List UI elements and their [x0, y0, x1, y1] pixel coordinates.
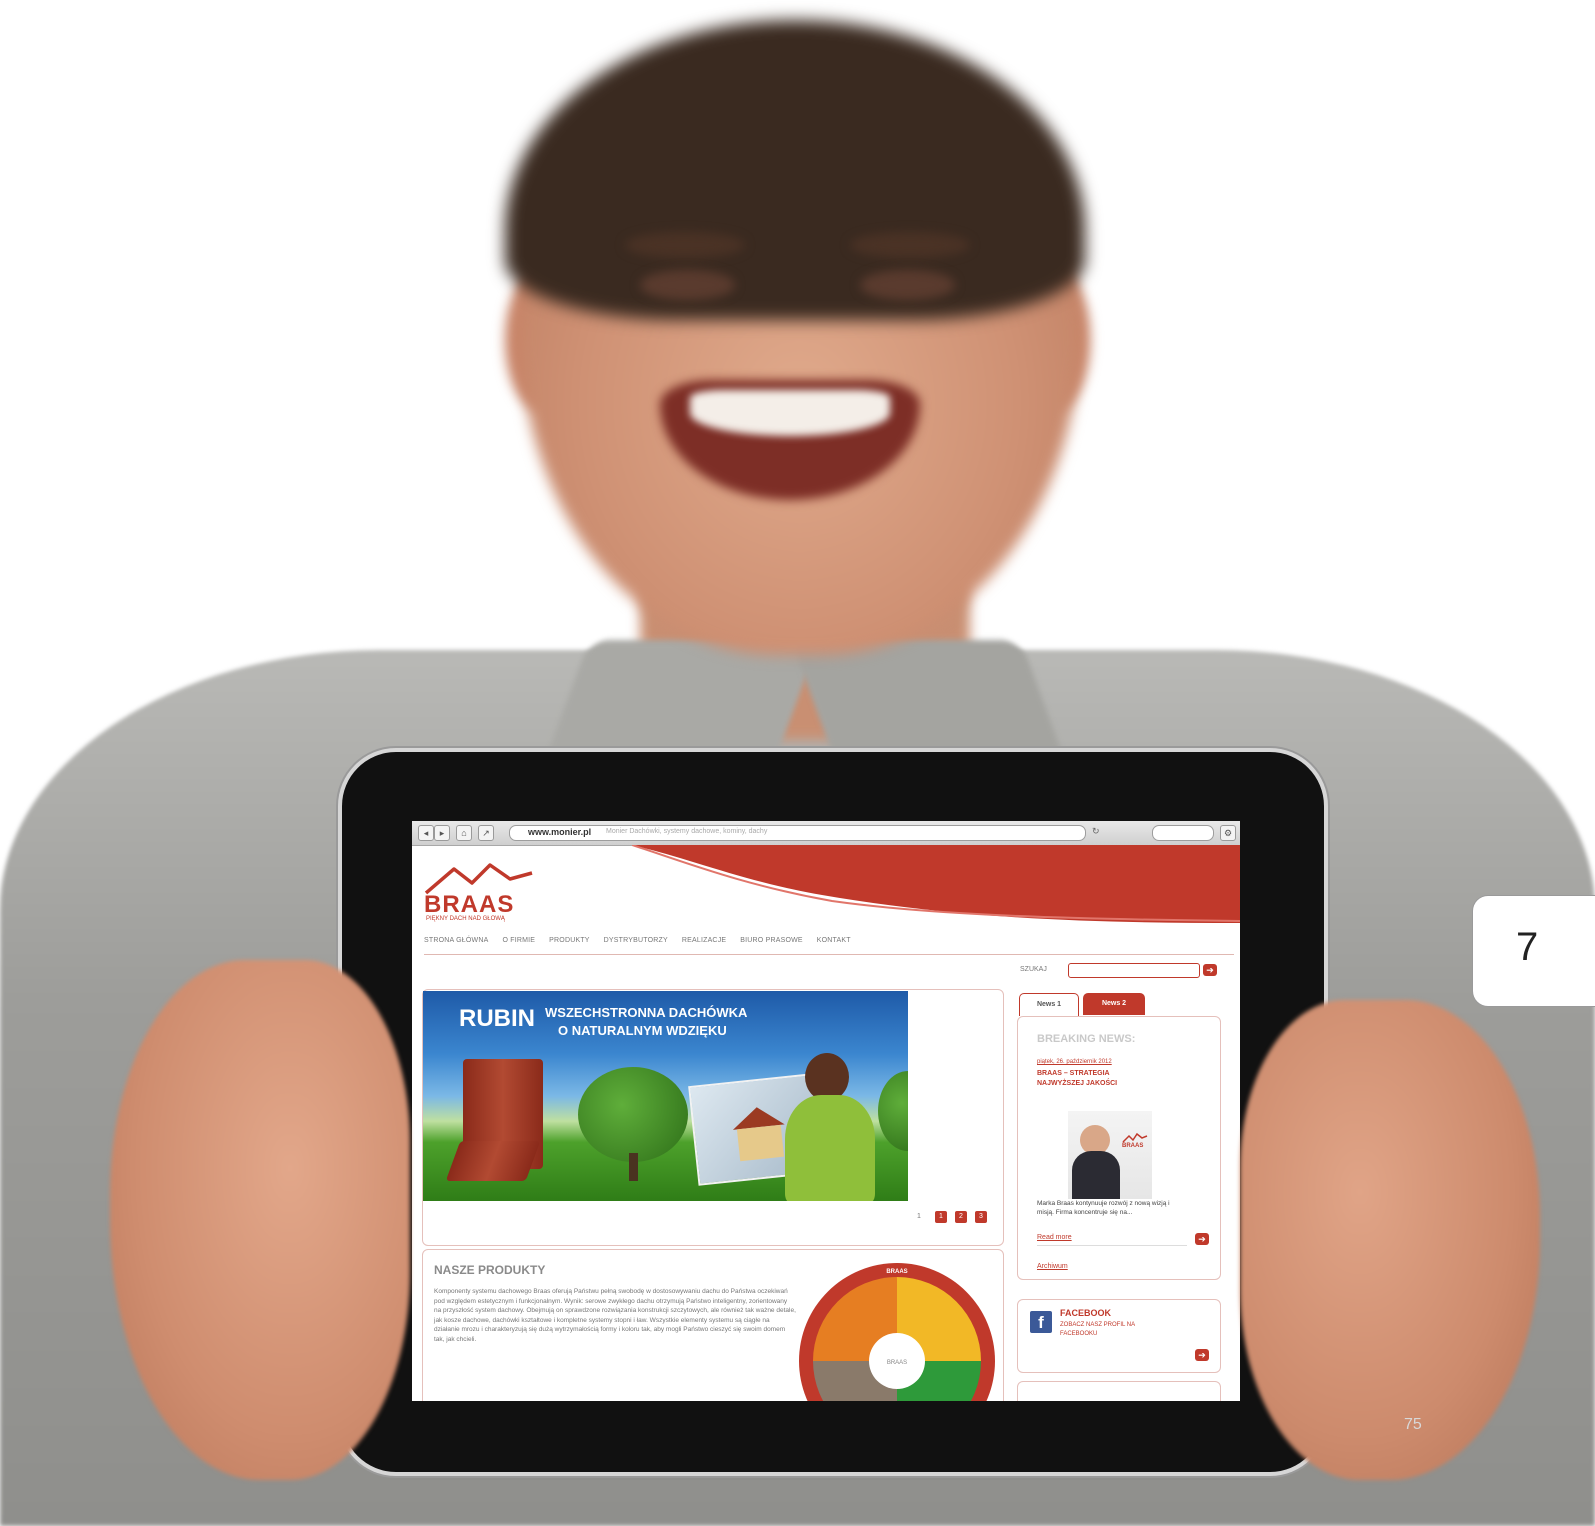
nav-item-products[interactable]: PRODUKTY [549, 937, 590, 949]
slider-page-1[interactable]: 1 [935, 1211, 947, 1223]
share-icon[interactable]: ↗ [478, 825, 494, 841]
search-label: SZUKAJ [1020, 966, 1047, 973]
man-teeth [690, 390, 890, 436]
logo-tagline: PIĘKNY DACH NAD GŁOWĄ [426, 916, 505, 922]
tree-right [878, 1071, 908, 1151]
facebook-icon[interactable]: f [1030, 1311, 1052, 1333]
diagram-center: BRAAS [887, 1360, 907, 1366]
main-navigation: STRONA GŁÓWNA O FIRMIE PRODUKTY DYSTRYBU… [424, 937, 1024, 949]
rubin-banner[interactable]: RUBIN WSZECHSTRONNA DACHÓWKA O NATURALNY… [423, 991, 908, 1201]
nav-item-projects[interactable]: REALIZACJE [682, 937, 726, 949]
news-excerpt: Marka Braas kontynuuje rozwój z nową wiz… [1037, 1200, 1170, 1216]
page-description: Monier Dachówki, systemy dachowe, kominy… [606, 828, 768, 835]
banner-headline-2: O NATURALNYM WDZIĘKU [558, 1023, 727, 1038]
address-url: www.monier.pl [528, 827, 592, 837]
man-brow-left [625, 232, 745, 258]
read-more-arrow-icon[interactable]: ➔ [1195, 1233, 1209, 1245]
photo-braas-logo-mark [1122, 1133, 1148, 1143]
facebook-arrow-icon[interactable]: ➔ [1195, 1349, 1209, 1361]
woman-figure [785, 1095, 875, 1201]
site-search-input[interactable] [1068, 963, 1200, 978]
man-hair [505, 20, 1085, 320]
third-panel [1017, 1381, 1221, 1401]
search-submit-arrow-icon[interactable]: ➔ [1203, 964, 1217, 976]
nav-item-press[interactable]: BIURO PRASOWE [740, 937, 803, 949]
diagram-brand: BRAAS [886, 1269, 907, 1275]
breaking-news-title: BREAKING NEWS: [1037, 1033, 1136, 1045]
facebook-link-line2[interactable]: FACEBOOKU [1060, 1331, 1097, 1337]
forward-icon[interactable]: ▸ [434, 825, 450, 841]
news-photo: BRAAS [1068, 1111, 1152, 1199]
reload-icon[interactable]: ↻ [1092, 826, 1100, 837]
home-icon[interactable]: ⌂ [456, 825, 472, 841]
slider-page-3[interactable]: 3 [975, 1211, 987, 1223]
nav-item-about[interactable]: O FIRMIE [502, 937, 535, 949]
products-title: NASZE PRODUKTY [434, 1263, 546, 1277]
settings-gear-icon[interactable]: ⚙ [1220, 825, 1236, 841]
left-hand [110, 960, 410, 1480]
header-swoosh [632, 845, 1240, 923]
chapter-number: 7 [1516, 925, 1539, 969]
read-more-link[interactable]: Read more [1037, 1234, 1072, 1241]
woman-head [805, 1053, 849, 1101]
photo-person-suit [1072, 1151, 1120, 1199]
address-bar[interactable]: www.monier.pl Monier Dachówki, systemy d… [509, 825, 1086, 841]
tree-left [578, 1067, 688, 1162]
tab-news-1[interactable]: News 1 [1019, 993, 1079, 1016]
browser-toolbar: ◂ ▸ ⌂ ↗ www.monier.pl Monier Dachówki, s… [412, 821, 1240, 846]
nav-divider [424, 954, 1234, 955]
facebook-link-line1[interactable]: ZOBACZ NASZ PROFIL NA [1060, 1322, 1135, 1328]
nav-item-home[interactable]: STRONA GŁÓWNA [424, 937, 488, 949]
browser-search-field[interactable] [1152, 825, 1214, 841]
news-headline-2[interactable]: NAJWYŻSZEJ JAKOŚCI [1037, 1080, 1117, 1087]
news-divider [1037, 1245, 1187, 1246]
archive-link[interactable]: Archiwum [1037, 1263, 1068, 1270]
product-system-diagram[interactable]: BRAAS BRAAS [797, 1261, 997, 1401]
house-walls [736, 1124, 785, 1162]
banner-brand: RUBIN [459, 1005, 535, 1032]
products-description: Komponenty systemu dachowego Braas oferu… [434, 1288, 796, 1343]
slider-current-page: 1 [917, 1213, 921, 1220]
banner-headline-1: WSZECHSTRONNA DACHÓWKA [545, 1005, 748, 1020]
photo-braas-logo: BRAAS [1122, 1143, 1144, 1149]
man-eye-left [640, 270, 735, 300]
man-brow-right [850, 232, 970, 258]
tree-left-trunk [629, 1153, 638, 1181]
news-date-link[interactable]: piątek, 26. październik 2012 [1037, 1059, 1112, 1065]
roof-tile-front [445, 1141, 541, 1181]
man-eye-right [860, 270, 955, 300]
nav-item-contact[interactable]: KONTAKT [817, 937, 851, 949]
slider-page-2[interactable]: 2 [955, 1211, 967, 1223]
back-icon[interactable]: ◂ [418, 825, 434, 841]
facebook-title: FACEBOOK [1060, 1308, 1112, 1318]
braas-logo-text[interactable]: BRAAS [424, 891, 514, 919]
tablet-screen: ◂ ▸ ⌂ ↗ www.monier.pl Monier Dachówki, s… [412, 821, 1240, 1401]
page-number: 75 [1404, 1416, 1422, 1433]
news-headline-1[interactable]: BRAAS – STRATEGIA [1037, 1070, 1110, 1077]
nav-item-distributors[interactable]: DYSTRYBUTORZY [604, 937, 668, 949]
right-hand [1240, 1000, 1540, 1480]
tab-news-2[interactable]: News 2 [1083, 993, 1145, 1015]
